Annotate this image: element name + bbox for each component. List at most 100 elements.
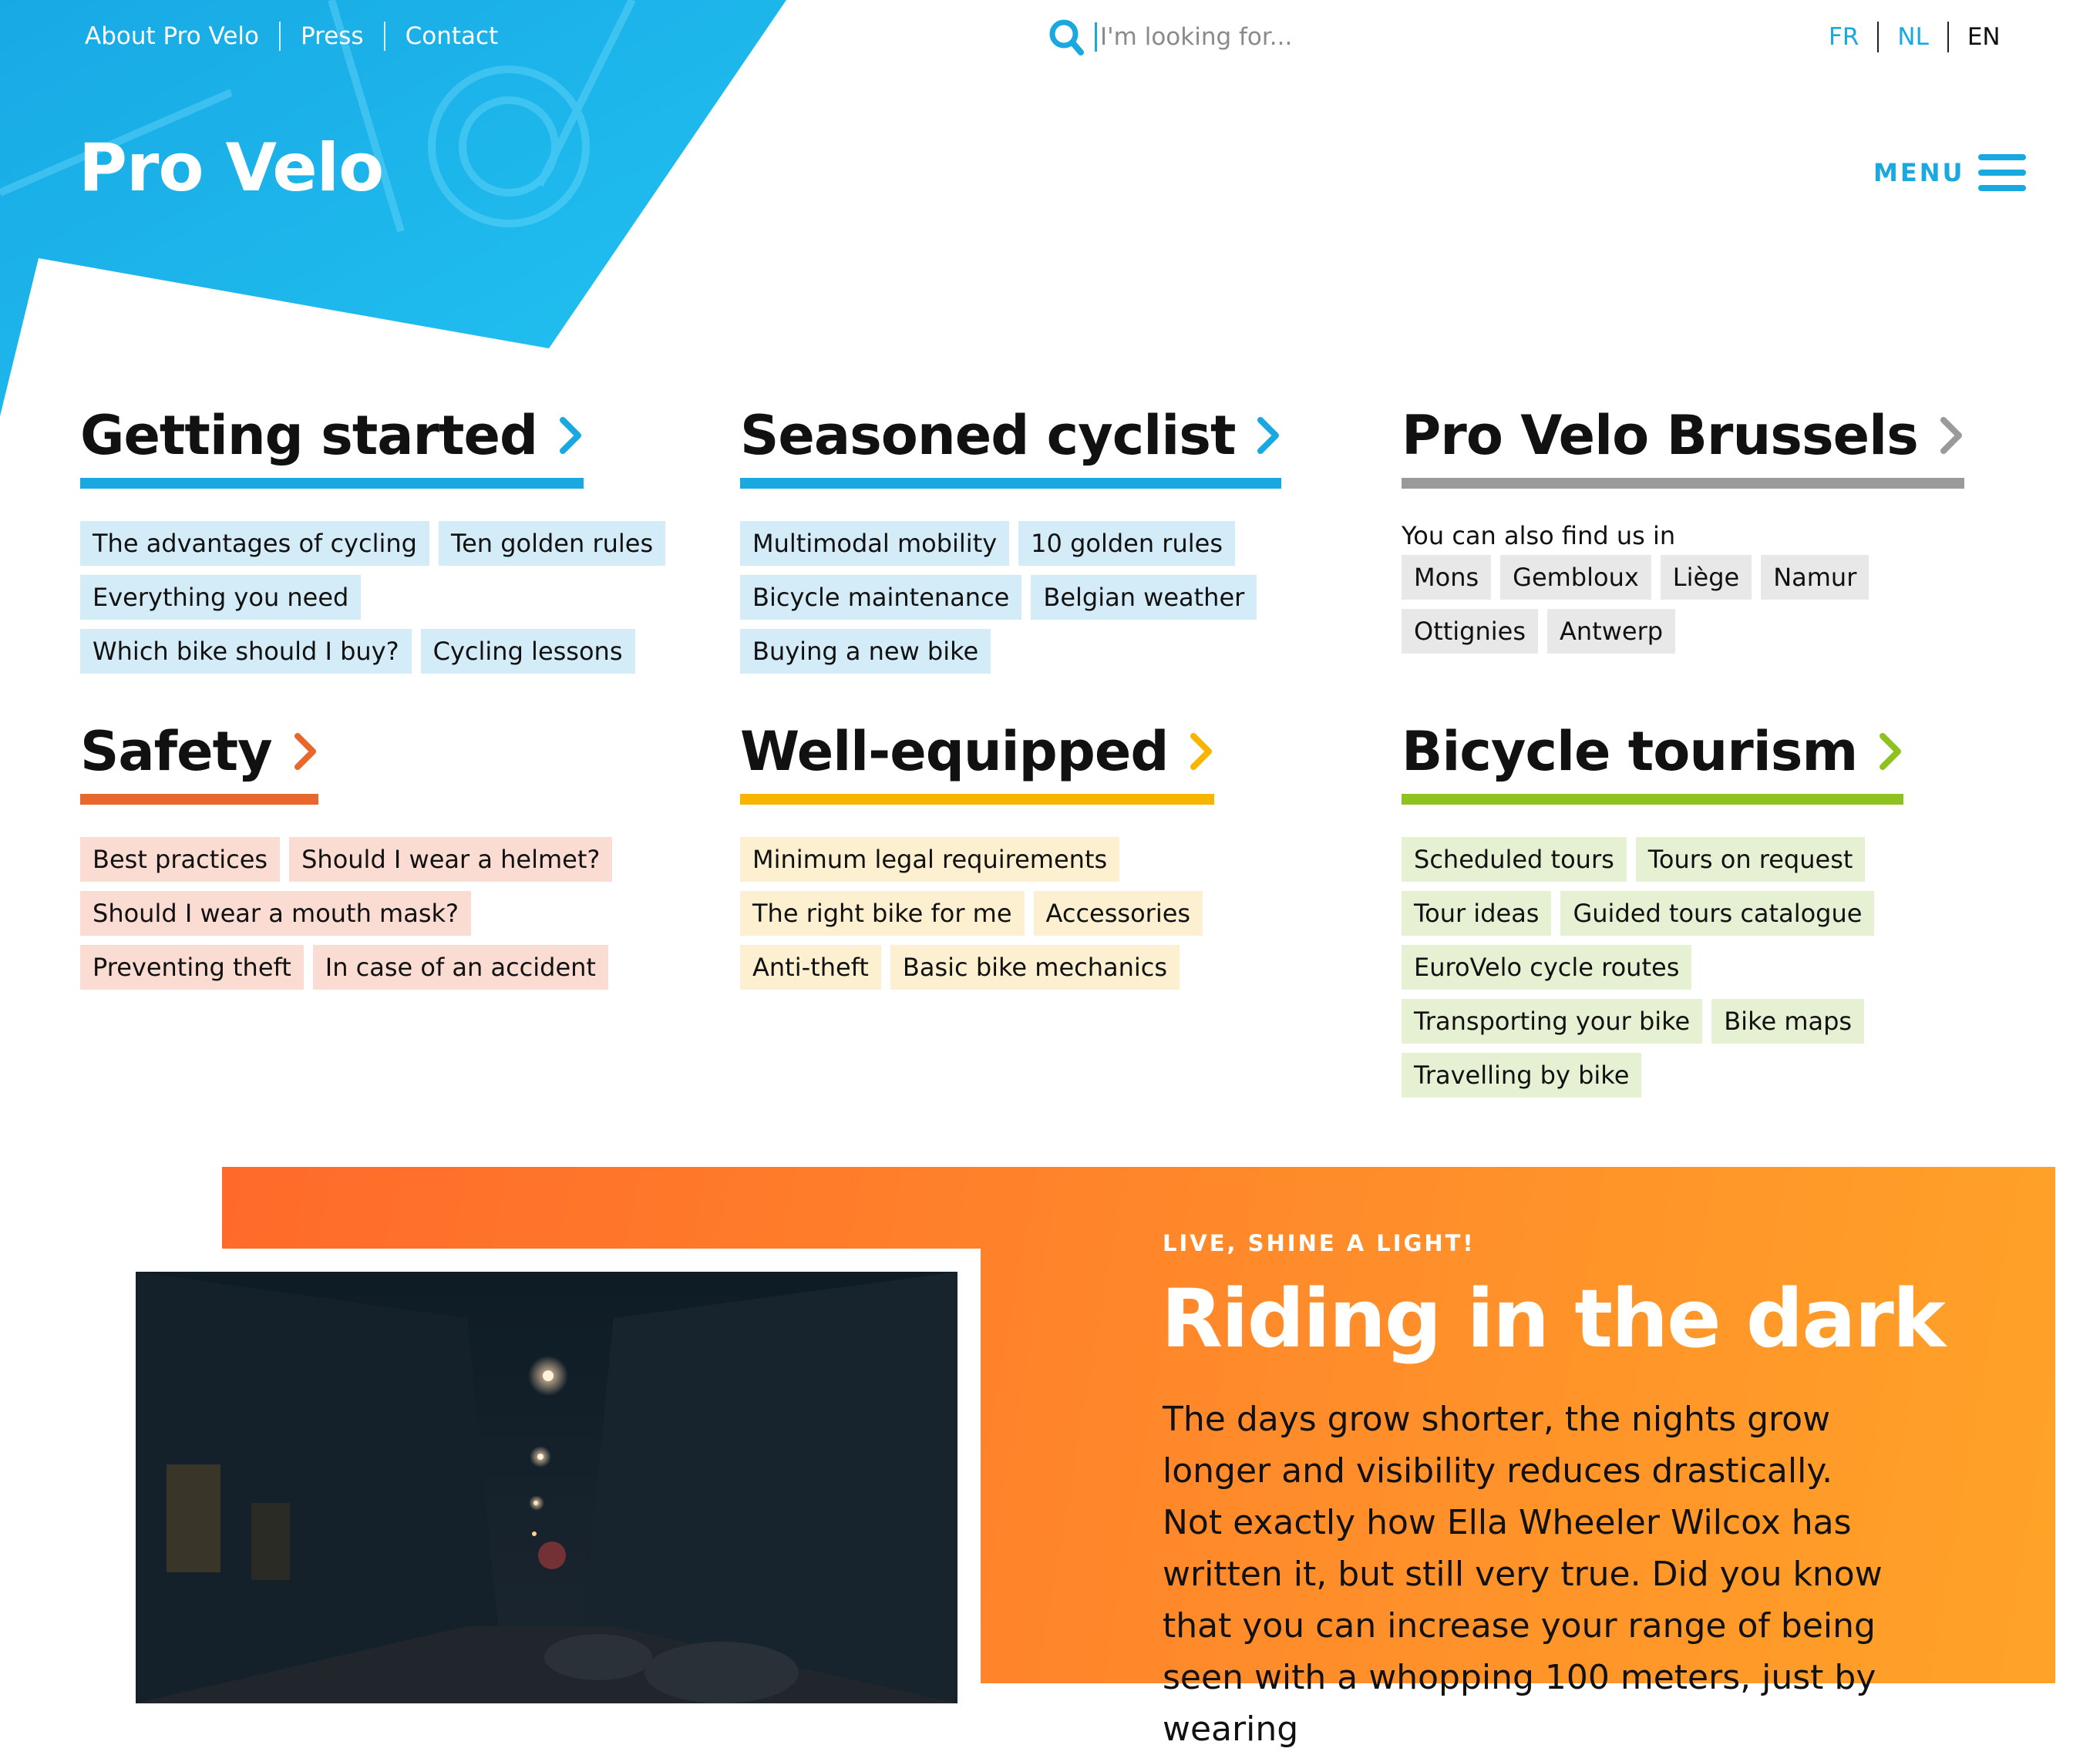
top-link-contact[interactable]: Contact	[406, 22, 499, 50]
tag-link[interactable]: Liège	[1660, 555, 1752, 600]
category-block: Bicycle tourism Scheduled tours Tours on r…	[1402, 720, 2018, 1107]
category-title: Safety	[80, 720, 273, 783]
category-heading-link[interactable]: Seasoned cyclist	[740, 404, 1282, 489]
category-block: Seasoned cyclist Multimodal mobility 10 go…	[740, 404, 1357, 683]
tag-list: Mons Gembloux Liège Namur Ottignies Antwerp	[1402, 555, 2011, 663]
chevron-right-icon	[560, 417, 582, 454]
lang-fr[interactable]: FR	[1829, 23, 1859, 51]
tag-link[interactable]: In case of an accident	[312, 945, 608, 990]
search-input[interactable]	[1095, 22, 1395, 52]
category-title-row: Bicycle tourism	[1402, 720, 1903, 794]
category-underline	[1402, 794, 1904, 805]
tag-link[interactable]: Mons	[1402, 555, 1492, 600]
top-link-press[interactable]: Press	[301, 22, 364, 50]
tag-link[interactable]: The right bike for me	[740, 891, 1025, 936]
category-heading-link[interactable]: Safety	[80, 720, 318, 805]
tag-link[interactable]: Which bike should I buy?	[80, 629, 412, 674]
feature-title[interactable]: Riding in the dark	[1161, 1272, 1946, 1366]
chevron-right-icon	[1880, 733, 1902, 770]
menu-button[interactable]: MENU	[1873, 153, 2027, 193]
category-title-row: Safety	[80, 720, 318, 794]
chevron-right-icon	[294, 733, 316, 770]
category-block: Pro Velo Brussels You can also find us in…	[1402, 404, 2018, 663]
tag-link[interactable]: Tour ideas	[1402, 891, 1552, 936]
category-underline	[80, 478, 584, 489]
tag-link[interactable]: Cycling lessons	[420, 629, 635, 674]
feature-body: The days grow shorter, the nights grow l…	[1163, 1400, 1883, 1749]
category-underline	[80, 794, 318, 805]
category-title: Well-equipped	[740, 720, 1169, 783]
category-block: Well-equipped Minimum legal requirements T…	[740, 720, 1357, 999]
category-title: Seasoned cyclist	[740, 404, 1236, 467]
hero-background	[0, 0, 786, 416]
category-title: Getting started	[80, 404, 538, 467]
tag-link[interactable]: Gembloux	[1500, 555, 1651, 600]
top-link-divider	[383, 22, 385, 51]
tag-link[interactable]: Ten golden rules	[438, 521, 666, 566]
tag-link[interactable]: Basic bike mechanics	[890, 945, 1180, 990]
tag-link[interactable]: Anti-theft	[740, 945, 881, 990]
top-links: About Pro Velo Press Contact	[85, 22, 498, 51]
top-link-about[interactable]: About Pro Velo	[85, 22, 259, 50]
lang-divider	[1877, 22, 1880, 52]
tag-link[interactable]: Multimodal mobility	[740, 521, 1010, 566]
category-title: Pro Velo Brussels	[1402, 404, 1919, 467]
category-note: You can also find us in	[1402, 521, 1676, 550]
site-logo[interactable]: Pro Velo	[79, 129, 384, 207]
search-icon[interactable]	[1048, 17, 1084, 57]
tag-link[interactable]: Belgian weather	[1031, 575, 1257, 620]
category-block: Safety Best practices Should I wear a helm…	[80, 720, 697, 999]
tag-link[interactable]: Scheduled tours	[1402, 837, 1627, 882]
tag-link[interactable]: Travelling by bike	[1402, 1053, 1642, 1098]
lang-divider	[1947, 22, 1949, 52]
tag-link[interactable]: Ottignies	[1402, 609, 1539, 654]
tag-link[interactable]: Should I wear a helmet?	[289, 837, 613, 882]
tag-link[interactable]: Buying a new bike	[740, 629, 991, 674]
category-title-row: Well-equipped	[740, 720, 1214, 794]
tag-link[interactable]: Preventing theft	[80, 945, 304, 990]
tag-link[interactable]: Bike maps	[1711, 999, 1865, 1044]
tag-link[interactable]: Bicycle maintenance	[740, 575, 1022, 620]
tag-list: Scheduled tours Tours on request Tour idea…	[1402, 837, 2011, 1107]
tag-list: Minimum legal requirements The right bike…	[740, 837, 1349, 999]
tag-list: The advantages of cycling Ten golden rule…	[80, 521, 689, 683]
category-heading-link[interactable]: Pro Velo Brussels	[1402, 404, 1964, 489]
tag-link[interactable]: Best practices	[80, 837, 281, 882]
tag-list: Best practices Should I wear a helmet? Sho…	[80, 837, 689, 999]
tag-link[interactable]: EuroVelo cycle routes	[1402, 945, 1692, 990]
feature-photo	[136, 1272, 957, 1703]
tag-link[interactable]: 10 golden rules	[1018, 521, 1235, 566]
tag-list: Multimodal mobility 10 golden rules Bicycl…	[740, 521, 1349, 683]
category-underline	[740, 794, 1215, 805]
menu-label: MENU	[1873, 158, 1965, 187]
tag-link[interactable]: Namur	[1761, 555, 1869, 600]
chevron-right-icon	[1940, 417, 1962, 454]
tag-link[interactable]: Should I wear a mouth mask?	[80, 891, 472, 936]
category-title-row: Pro Velo Brussels	[1402, 404, 1964, 478]
tag-link[interactable]: Everything you need	[80, 575, 362, 620]
category-underline	[1402, 478, 1964, 489]
category-title: Bicycle tourism	[1402, 720, 1858, 783]
top-link-divider	[279, 22, 281, 51]
category-title-row: Getting started	[80, 404, 584, 478]
lang-nl[interactable]: NL	[1897, 23, 1928, 51]
chevron-right-icon	[1190, 733, 1213, 770]
chevron-right-icon	[1257, 417, 1280, 454]
tag-link[interactable]: Minimum legal requirements	[740, 837, 1120, 882]
search-bar	[1048, 17, 1395, 57]
category-heading-link[interactable]: Getting started	[80, 404, 584, 489]
tag-link[interactable]: Guided tours catalogue	[1560, 891, 1875, 936]
tag-link[interactable]: Antwerp	[1547, 609, 1676, 654]
tag-link[interactable]: Transporting your bike	[1402, 999, 1703, 1044]
category-title-row: Seasoned cyclist	[740, 404, 1281, 478]
hamburger-icon	[1978, 154, 2027, 191]
feature-kicker: LIVE, SHINE A LIGHT!	[1163, 1230, 1476, 1256]
category-heading-link[interactable]: Bicycle tourism	[1402, 720, 1904, 805]
category-underline	[740, 478, 1282, 489]
category-block: Getting started The advantages of cycling…	[80, 404, 697, 683]
tag-link[interactable]: Accessories	[1033, 891, 1203, 936]
category-heading-link[interactable]: Well-equipped	[740, 720, 1215, 805]
tag-link[interactable]: The advantages of cycling	[80, 521, 429, 566]
lang-en[interactable]: EN	[1967, 23, 2001, 51]
tag-link[interactable]: Tours on request	[1635, 837, 1866, 882]
